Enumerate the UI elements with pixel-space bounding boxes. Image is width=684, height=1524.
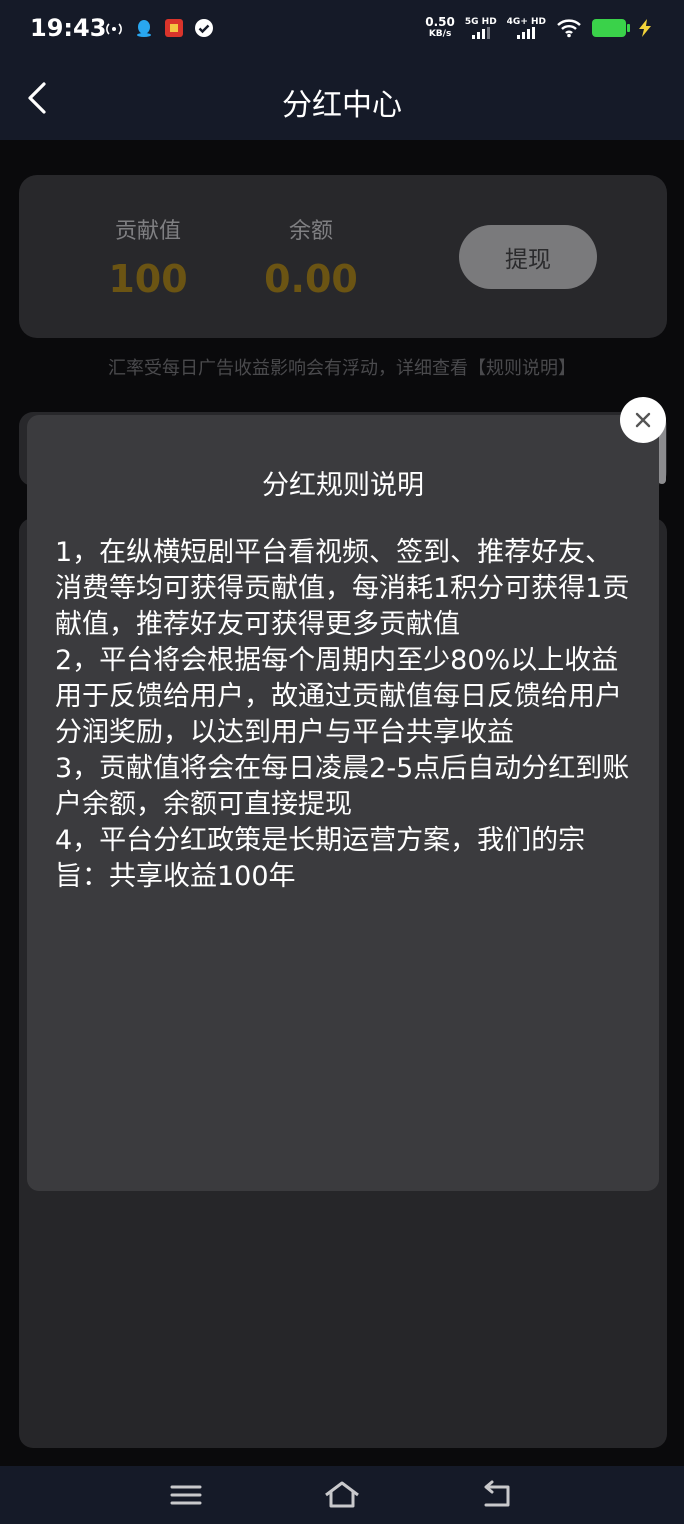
screen: 19:43 0.50 KB/s 5G HD 4G+ HD 分红中心 贡献值 10… bbox=[0, 0, 684, 1524]
close-icon bbox=[635, 412, 651, 428]
check-badge-icon bbox=[195, 19, 213, 37]
exchange-rate-hint[interactable]: 汇率受每日广告收益影响会有浮动，详细查看【规则说明】 bbox=[0, 354, 684, 380]
rule-item: 3，贡献值将会在每日凌晨2-5点后自动分红到账户余额，余额可直接提现 bbox=[55, 753, 630, 820]
rules-text: 1，在纵横短剧平台看视频、签到、推荐好友、消费等均可获得贡献值，每消耗1积分可获… bbox=[55, 535, 635, 895]
rule-item: 4，平台分红政策是长期运营方案，我们的宗旨：共享收益100年 bbox=[55, 825, 586, 892]
balance-value: 0.00 bbox=[264, 257, 358, 301]
qq-icon bbox=[137, 20, 151, 37]
modal-title: 分红规则说明 bbox=[262, 470, 424, 501]
back-icon[interactable] bbox=[478, 1478, 518, 1512]
rules-modal: 分红规则说明 1，在纵横短剧平台看视频、签到、推荐好友、消费等均可获得贡献值，每… bbox=[27, 415, 659, 1191]
sim1-label: 5G HD bbox=[464, 17, 497, 27]
charging-icon bbox=[639, 19, 651, 37]
status-bar: 19:43 0.50 KB/s 5G HD 4G+ HD bbox=[0, 0, 684, 62]
summary-card: 贡献值 100 余额 0.00 提现 bbox=[19, 175, 667, 338]
contribution-value: 100 bbox=[108, 257, 188, 301]
page-title: 分红中心 bbox=[282, 88, 402, 123]
hotspot-icon bbox=[106, 23, 122, 35]
withdraw-button[interactable]: 提现 bbox=[459, 225, 597, 289]
sim1-bars-icon bbox=[471, 27, 490, 39]
rule-item: 1，在纵横短剧平台看视频、签到、推荐好友、消费等均可获得贡献值，每消耗1积分可获… bbox=[55, 537, 630, 640]
net-speed-unit: KB/s bbox=[428, 29, 452, 39]
status-right: 0.50 KB/s 5G HD 4G+ HD bbox=[425, 16, 654, 40]
battery-icon bbox=[592, 19, 630, 37]
net-speed: 0.50 KB/s bbox=[425, 16, 455, 40]
net-speed-value: 0.50 bbox=[425, 15, 455, 29]
home-icon[interactable] bbox=[322, 1478, 362, 1512]
menu-icon[interactable] bbox=[166, 1478, 206, 1512]
system-nav-bar bbox=[0, 1466, 684, 1524]
sim2-signal: 4G+ HD bbox=[507, 17, 546, 39]
sim2-bars-icon bbox=[517, 27, 536, 39]
wifi-icon bbox=[557, 19, 581, 38]
app-notification-icon bbox=[165, 19, 183, 37]
notification-icons bbox=[104, 18, 214, 38]
close-modal-button[interactable] bbox=[620, 397, 666, 443]
app-header: 分红中心 bbox=[0, 62, 684, 140]
contribution-label: 贡献值 bbox=[114, 219, 181, 244]
sim1-signal: 5G HD bbox=[465, 17, 497, 39]
status-time: 19:43 bbox=[30, 14, 107, 42]
sim2-label: 4G+ HD bbox=[506, 17, 546, 27]
balance-stat: 余额 0.00 bbox=[249, 213, 373, 301]
rule-item: 2，平台将会根据每个周期内至少80%以上收益用于反馈给用户，故通过贡献值每日反馈… bbox=[55, 645, 622, 748]
balance-label: 余额 bbox=[288, 219, 333, 244]
contribution-stat: 贡献值 100 bbox=[83, 213, 213, 301]
